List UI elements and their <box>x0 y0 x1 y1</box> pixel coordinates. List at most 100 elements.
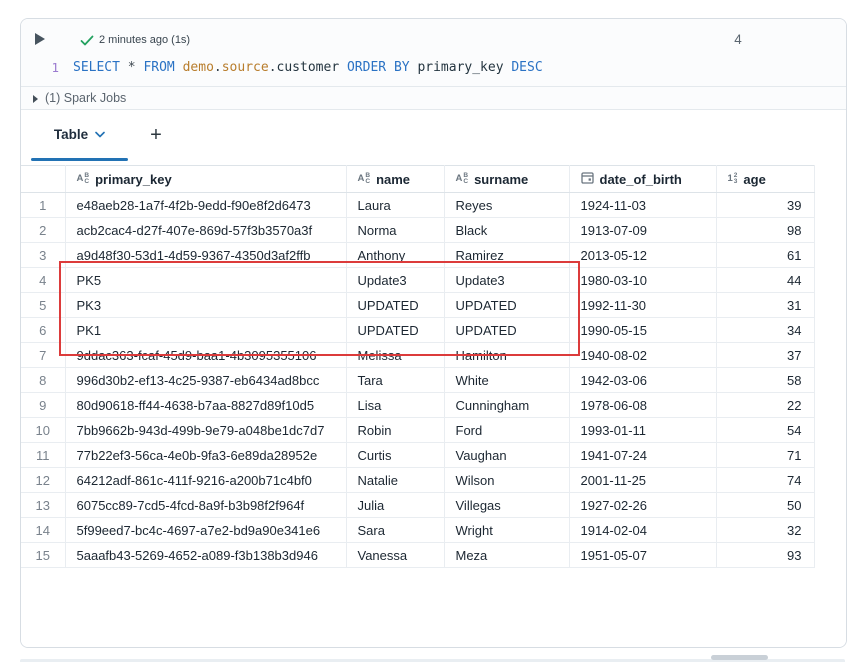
table-cell-primary-key[interactable]: e48aeb28-1a7f-4f2b-9edd-f90e8f2d6473 <box>65 193 346 218</box>
tab-table[interactable]: Table <box>31 110 128 158</box>
add-visualization-button[interactable]: + <box>141 120 171 150</box>
table-cell-primary-key[interactable]: 996d30b2-ef13-4c25-9387-eb6434ad8bcc <box>65 368 346 393</box>
table-cell-date-of-birth[interactable]: 1914-02-04 <box>569 518 716 543</box>
table-cell-surname[interactable]: Villegas <box>444 493 569 518</box>
table-cell-date-of-birth[interactable]: 1951-05-07 <box>569 543 716 568</box>
horizontal-scrollbar-thumb[interactable] <box>711 655 768 660</box>
table-cell-date-of-birth[interactable]: 1978-06-08 <box>569 393 716 418</box>
table-cell-age[interactable]: 98 <box>716 218 814 243</box>
results-table-wrap: ABC primary_key ABC name <box>21 165 815 568</box>
code-token-plain: . <box>214 60 222 75</box>
code-line-number: 1 <box>41 57 59 79</box>
table-cell-date-of-birth[interactable]: 1980-03-10 <box>569 268 716 293</box>
table-cell-age[interactable]: 58 <box>716 368 814 393</box>
table-cell-date-of-birth[interactable]: 1924-11-03 <box>569 193 716 218</box>
table-cell-surname[interactable]: Update3 <box>444 268 569 293</box>
table-cell-primary-key[interactable]: PK5 <box>65 268 346 293</box>
table-cell-date-of-birth[interactable]: 1913-07-09 <box>569 218 716 243</box>
table-cell-primary-key[interactable]: 7bb9662b-943d-499b-9e79-a048be1dc7d7 <box>65 418 346 443</box>
table-cell-surname[interactable]: UPDATED <box>444 293 569 318</box>
string-type-icon: ABC <box>77 173 90 185</box>
table-cell-name[interactable]: UPDATED <box>346 293 444 318</box>
table-cell-name[interactable]: UPDATED <box>346 318 444 343</box>
table-cell-primary-key[interactable]: 6075cc89-7cd5-4fcd-8a9f-b3b98f2f964f <box>65 493 346 518</box>
table-cell-date-of-birth[interactable]: 1992-11-30 <box>569 293 716 318</box>
table-cell-name[interactable]: Update3 <box>346 268 444 293</box>
table-cell-date-of-birth[interactable]: 2001-11-25 <box>569 468 716 493</box>
table-cell-name[interactable]: Lisa <box>346 393 444 418</box>
table-cell-date-of-birth[interactable]: 1993-01-11 <box>569 418 716 443</box>
table-cell-primary-key[interactable]: 5aaafb43-5269-4652-a089-f3b138b3d946 <box>65 543 346 568</box>
table-cell-age[interactable]: 44 <box>716 268 814 293</box>
table-cell-primary-key[interactable]: a9d48f30-53d1-4d59-9367-4350d3af2ffb <box>65 243 346 268</box>
code-token-plain: . <box>269 60 277 75</box>
column-header-primary-key[interactable]: ABC primary_key <box>65 166 346 193</box>
table-cell-surname[interactable]: Hamilton <box>444 343 569 368</box>
table-cell-age[interactable]: 50 <box>716 493 814 518</box>
table-cell-surname[interactable]: Ramirez <box>444 243 569 268</box>
table-cell-age[interactable]: 34 <box>716 318 814 343</box>
code-line[interactable]: SELECT * FROM demo.source.customer ORDER… <box>73 57 543 79</box>
table-cell-surname[interactable]: Meza <box>444 543 569 568</box>
column-label: age <box>743 172 765 187</box>
table-cell-age[interactable]: 71 <box>716 443 814 468</box>
table-cell-primary-key[interactable]: 64212adf-861c-411f-9216-a200b71c4bf0 <box>65 468 346 493</box>
column-header-age[interactable]: 123 age <box>716 166 814 193</box>
table-row: 1e48aeb28-1a7f-4f2b-9edd-f90e8f2d6473Lau… <box>21 193 814 218</box>
table-cell-date-of-birth[interactable]: 1941-07-24 <box>569 443 716 468</box>
table-cell-primary-key[interactable]: 77b22ef3-56ca-4e0b-9fa3-6e89da28952e <box>65 443 346 468</box>
table-cell-surname[interactable]: Cunningham <box>444 393 569 418</box>
table-cell-age[interactable]: 31 <box>716 293 814 318</box>
table-cell-primary-key[interactable]: 5f99eed7-bc4c-4697-a7e2-bd9a90e341e6 <box>65 518 346 543</box>
table-cell-surname[interactable]: Black <box>444 218 569 243</box>
table-row: 79ddac363-fcaf-45d9-baa1-4b3095355106Mel… <box>21 343 814 368</box>
table-cell-name[interactable]: Tara <box>346 368 444 393</box>
table-cell-surname[interactable]: Wright <box>444 518 569 543</box>
table-cell-date-of-birth[interactable]: 1942-03-06 <box>569 368 716 393</box>
table-cell-primary-key[interactable]: PK1 <box>65 318 346 343</box>
table-cell-age[interactable]: 37 <box>716 343 814 368</box>
table-cell-name[interactable]: Norma <box>346 218 444 243</box>
table-cell-primary-key[interactable]: PK3 <box>65 293 346 318</box>
table-cell-date-of-birth[interactable]: 2013-05-12 <box>569 243 716 268</box>
table-row: 8996d30b2-ef13-4c25-9387-eb6434ad8bccTar… <box>21 368 814 393</box>
table-cell-primary-key[interactable]: 80d90618-ff44-4638-b7aa-8827d89f10d5 <box>65 393 346 418</box>
table-cell-primary-key[interactable]: 9ddac363-fcaf-45d9-baa1-4b3095355106 <box>65 343 346 368</box>
row-number-cell: 15 <box>21 543 65 568</box>
table-cell-name[interactable]: Sara <box>346 518 444 543</box>
table-cell-name[interactable]: Natalie <box>346 468 444 493</box>
column-header-surname[interactable]: ABC surname <box>444 166 569 193</box>
table-row: 3a9d48f30-53d1-4d59-9367-4350d3af2ffbAnt… <box>21 243 814 268</box>
table-cell-age[interactable]: 74 <box>716 468 814 493</box>
table-cell-name[interactable]: Melissa <box>346 343 444 368</box>
table-cell-surname[interactable]: Reyes <box>444 193 569 218</box>
column-header-name[interactable]: ABC name <box>346 166 444 193</box>
table-cell-age[interactable]: 22 <box>716 393 814 418</box>
table-cell-date-of-birth[interactable]: 1940-08-02 <box>569 343 716 368</box>
row-number-cell: 12 <box>21 468 65 493</box>
table-cell-name[interactable]: Anthony <box>346 243 444 268</box>
table-cell-surname[interactable]: Vaughan <box>444 443 569 468</box>
table-cell-surname[interactable]: Wilson <box>444 468 569 493</box>
table-cell-surname[interactable]: White <box>444 368 569 393</box>
table-row: 2acb2cac4-d27f-407e-869d-57f3b3570a3fNor… <box>21 218 814 243</box>
table-cell-age[interactable]: 32 <box>716 518 814 543</box>
table-cell-surname[interactable]: UPDATED <box>444 318 569 343</box>
table-cell-age[interactable]: 93 <box>716 543 814 568</box>
table-cell-date-of-birth[interactable]: 1927-02-26 <box>569 493 716 518</box>
spark-jobs-expander[interactable]: (1) Spark Jobs <box>21 86 846 110</box>
table-cell-age[interactable]: 54 <box>716 418 814 443</box>
table-cell-date-of-birth[interactable]: 1990-05-15 <box>569 318 716 343</box>
table-cell-name[interactable]: Vanessa <box>346 543 444 568</box>
run-cell-button[interactable] <box>35 33 45 45</box>
table-cell-surname[interactable]: Ford <box>444 418 569 443</box>
table-cell-name[interactable]: Curtis <box>346 443 444 468</box>
table-cell-name[interactable]: Robin <box>346 418 444 443</box>
table-cell-name[interactable]: Laura <box>346 193 444 218</box>
table-cell-age[interactable]: 61 <box>716 243 814 268</box>
table-cell-primary-key[interactable]: acb2cac4-d27f-407e-869d-57f3b3570a3f <box>65 218 346 243</box>
column-header-date-of-birth[interactable]: date_of_birth <box>569 166 716 193</box>
table-row: 1177b22ef3-56ca-4e0b-9fa3-6e89da28952eCu… <box>21 443 814 468</box>
table-cell-age[interactable]: 39 <box>716 193 814 218</box>
table-cell-name[interactable]: Julia <box>346 493 444 518</box>
